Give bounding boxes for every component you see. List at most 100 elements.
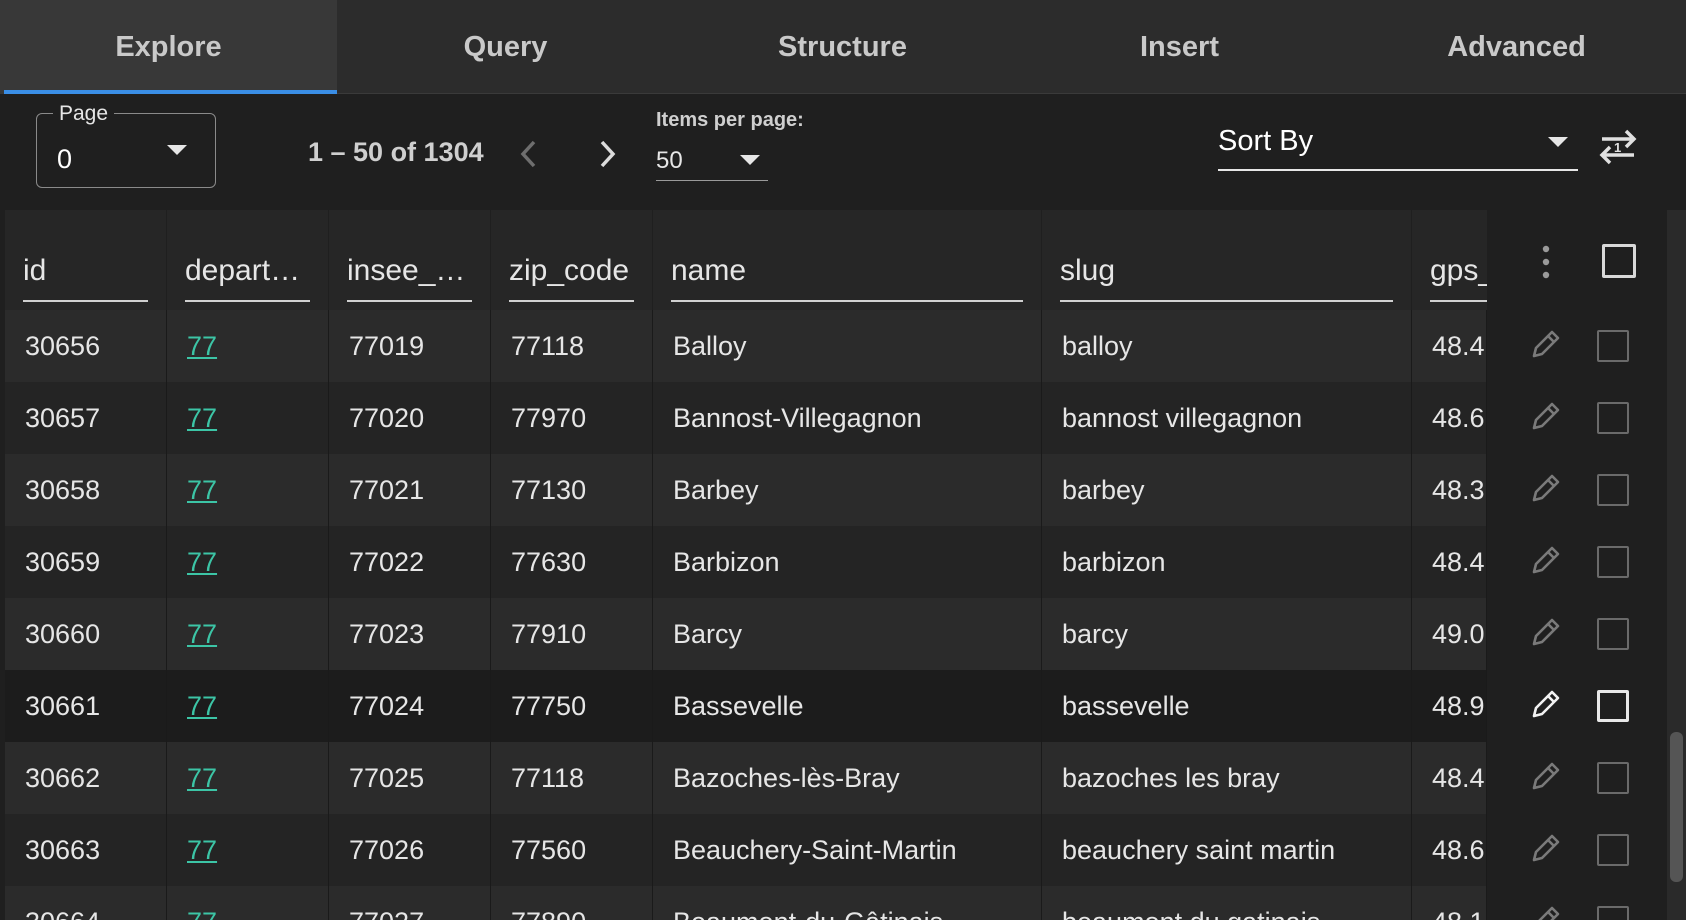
pencil-icon[interactable] xyxy=(1528,616,1562,650)
cell-gps-text: 48.4 xyxy=(1432,546,1485,577)
cell-gps-text: 48.6 xyxy=(1432,834,1485,865)
cell-department[interactable]: 77 xyxy=(167,310,329,382)
cell-department[interactable]: 77 xyxy=(167,454,329,526)
row-select-checkbox[interactable] xyxy=(1597,402,1629,434)
cell-insee-text: 77021 xyxy=(349,474,425,505)
sort-direction-button[interactable]: 1 xyxy=(1596,125,1640,169)
row-select-checkbox[interactable] xyxy=(1597,546,1629,578)
column-header-label: zip_code xyxy=(509,254,630,287)
department-link[interactable]: 77 xyxy=(187,763,217,794)
cell-name: Bazoches-lès-Bray xyxy=(653,742,1042,814)
cell-insee-text: 77026 xyxy=(349,834,425,865)
cell-insee: 77025 xyxy=(329,742,491,814)
table-row[interactable]: 30660 77 77023 77910 Barcy barcy 49.0 xyxy=(5,598,1487,670)
table-row[interactable]: 30661 77 77024 77750 Bassevelle bassevelle 48.… xyxy=(5,670,1487,742)
column-menu-button[interactable] xyxy=(1536,244,1556,280)
cell-zip-code-text: 77750 xyxy=(511,690,587,721)
tab-insert[interactable]: Insert xyxy=(1011,0,1348,94)
cell-department[interactable]: 77 xyxy=(167,526,329,598)
pencil-icon[interactable] xyxy=(1528,688,1562,722)
pencil-icon[interactable] xyxy=(1528,760,1562,794)
row-select-checkbox[interactable] xyxy=(1597,834,1629,866)
department-link[interactable]: 77 xyxy=(187,619,217,650)
column-header-department[interactable]: depart… xyxy=(167,210,329,310)
row-select-checkbox[interactable] xyxy=(1597,330,1629,362)
cell-insee: 77024 xyxy=(329,670,491,742)
pencil-icon[interactable] xyxy=(1528,544,1562,578)
table-row[interactable]: 30658 77 77021 77130 Barbey barbey 48.3 xyxy=(5,454,1487,526)
department-link[interactable]: 77 xyxy=(187,475,217,506)
cell-name: Balloy xyxy=(653,310,1042,382)
table-row[interactable]: 30657 77 77020 77970 Bannost-Villegagnon bann… xyxy=(5,382,1487,454)
cell-id-text: 30656 xyxy=(25,330,101,361)
cell-slug: balloy xyxy=(1042,310,1412,382)
cell-slug: bannost villegagnon xyxy=(1042,382,1412,454)
cell-id: 30659 xyxy=(5,526,167,598)
cell-name-text: Balloy xyxy=(673,330,747,361)
cell-slug-text: balloy xyxy=(1062,330,1133,361)
column-header-name[interactable]: name xyxy=(653,210,1042,310)
department-link[interactable]: 77 xyxy=(187,403,217,434)
row-select-checkbox[interactable] xyxy=(1597,618,1629,650)
table-row[interactable]: 30663 77 77026 77560 Beauchery-Saint-Martin b… xyxy=(5,814,1487,886)
table-row[interactable]: 30664 77 77027 77890 Beaumont-du-Gâtinais bea… xyxy=(5,886,1487,920)
cell-department[interactable]: 77 xyxy=(167,886,329,920)
cell-zip-code-text: 77118 xyxy=(511,330,585,361)
items-per-page-value: 50 xyxy=(656,147,683,174)
range-label: 1 – 50 of 1304 xyxy=(308,137,484,167)
cell-zip-code: 77118 xyxy=(491,742,653,814)
cell-department[interactable]: 77 xyxy=(167,382,329,454)
row-select-checkbox[interactable] xyxy=(1597,690,1629,722)
tab-explore[interactable]: Explore xyxy=(0,0,337,94)
page-select[interactable]: Page 0 xyxy=(36,102,216,188)
column-header-insee[interactable]: insee_… xyxy=(329,210,491,310)
pencil-icon[interactable] xyxy=(1528,472,1562,506)
pencil-icon[interactable] xyxy=(1528,400,1562,434)
department-link[interactable]: 77 xyxy=(187,691,217,722)
scrollbar-thumb[interactable] xyxy=(1670,732,1683,882)
department-link[interactable]: 77 xyxy=(187,835,217,866)
next-page-button[interactable] xyxy=(590,137,624,171)
row-select-checkbox[interactable] xyxy=(1597,762,1629,794)
cell-id: 30658 xyxy=(5,454,167,526)
department-link[interactable]: 77 xyxy=(187,331,217,362)
pencil-icon[interactable] xyxy=(1528,328,1562,362)
table-row[interactable]: 30656 77 77019 77118 Balloy balloy 48.4 xyxy=(5,310,1487,382)
cell-name: Barbizon xyxy=(653,526,1042,598)
cell-id-text: 30664 xyxy=(25,907,100,920)
cell-gps: 49.0 xyxy=(1412,598,1487,670)
column-header-id[interactable]: id xyxy=(5,210,167,310)
column-header-gps[interactable]: gps_ xyxy=(1412,210,1487,310)
department-link[interactable]: 77 xyxy=(187,547,217,578)
cell-department[interactable]: 77 xyxy=(167,814,329,886)
sort-by-select[interactable]: Sort By xyxy=(1218,121,1578,171)
pencil-icon[interactable] xyxy=(1528,832,1562,866)
cell-name: Beauchery-Saint-Martin xyxy=(653,814,1042,886)
cell-gps-text: 48.4 xyxy=(1432,762,1485,793)
select-all-checkbox[interactable] xyxy=(1602,244,1636,278)
table-row[interactable]: 30662 77 77025 77118 Bazoches-lès-Bray bazoch… xyxy=(5,742,1487,814)
row-select-checkbox[interactable] xyxy=(1597,474,1629,506)
cell-zip-code: 77970 xyxy=(491,382,653,454)
previous-page-button[interactable] xyxy=(512,137,546,171)
cell-insee-text: 77025 xyxy=(349,762,425,793)
cell-department[interactable]: 77 xyxy=(167,742,329,814)
tab-advanced[interactable]: Advanced xyxy=(1348,0,1685,94)
row-select-checkbox[interactable] xyxy=(1597,906,1629,920)
tab-query[interactable]: Query xyxy=(337,0,674,94)
department-link[interactable]: 77 xyxy=(187,907,217,920)
pencil-icon[interactable] xyxy=(1528,904,1562,920)
cell-name: Barcy xyxy=(653,598,1042,670)
column-header-slug[interactable]: slug xyxy=(1042,210,1412,310)
cell-department[interactable]: 77 xyxy=(167,670,329,742)
cell-department[interactable]: 77 xyxy=(167,598,329,670)
column-header-zip-code[interactable]: zip_code xyxy=(491,210,653,310)
cell-slug: bassevelle xyxy=(1042,670,1412,742)
items-per-page-label: Items per page: xyxy=(656,109,804,131)
table-row[interactable]: 30659 77 77022 77630 Barbizon barbizon 48.4 xyxy=(5,526,1487,598)
tab-structure[interactable]: Structure xyxy=(674,0,1011,94)
vertical-scrollbar[interactable] xyxy=(1667,210,1686,920)
sort-by-label: Sort By xyxy=(1218,125,1314,157)
cell-gps-text: 48.3 xyxy=(1432,474,1485,505)
items-per-page-select[interactable]: 50 xyxy=(656,139,768,181)
